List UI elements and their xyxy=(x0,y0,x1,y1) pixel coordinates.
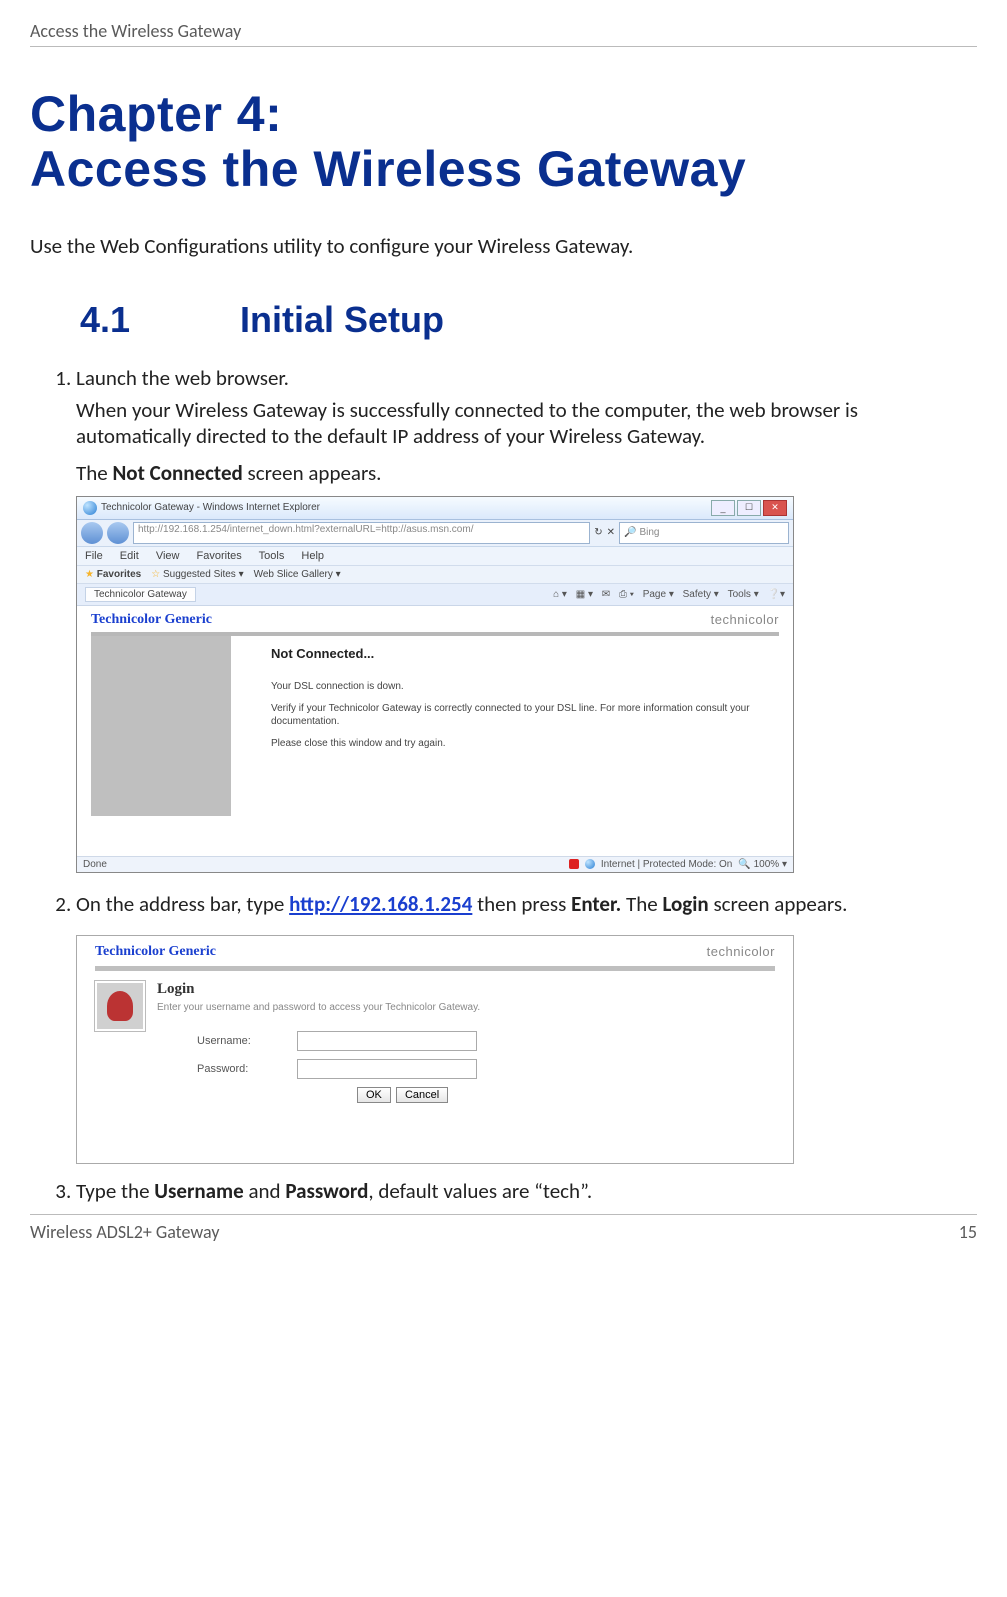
page-content: Technicolor Generic technicolor Not Conn… xyxy=(77,606,793,856)
footer-left: Wireless ADSL2+ Gateway xyxy=(30,1221,219,1243)
feeds-icon[interactable]: ▦ ▾ xyxy=(576,589,593,600)
menu-help[interactable]: Help xyxy=(301,550,324,562)
technicolor-logo: technicolor xyxy=(707,944,775,959)
maximize-button[interactable]: ☐ xyxy=(737,500,761,516)
mail-icon[interactable]: ✉ xyxy=(602,589,610,600)
username-label: Username: xyxy=(157,1035,297,1047)
command-bar: ⌂ ▾ ▦ ▾ ✉ ⎙ ▾ Page ▾ Safety ▾ Tools ▾ ❔▾ xyxy=(547,589,785,600)
star-icon: ★ xyxy=(85,569,94,580)
page-footer: Wireless ADSL2+ Gateway 15 xyxy=(30,1214,977,1259)
sidebar-placeholder xyxy=(91,636,231,816)
tab-bar: Technicolor Gateway ⌂ ▾ ▦ ▾ ✉ ⎙ ▾ Page ▾… xyxy=(77,584,793,606)
username-input[interactable] xyxy=(297,1031,477,1051)
globe-icon xyxy=(585,859,595,869)
zoom-control[interactable]: 🔍 100% ▾ xyxy=(738,859,787,870)
step-1-para2: The Not Connected screen appears. xyxy=(76,460,977,486)
step-1: Launch the web browser. When your Wirele… xyxy=(76,365,977,873)
gateway-brand: Technicolor Generic xyxy=(91,612,212,628)
password-input[interactable] xyxy=(297,1059,477,1079)
step-list: Launch the web browser. When your Wirele… xyxy=(30,365,977,1204)
browser-tab[interactable]: Technicolor Gateway xyxy=(85,587,196,602)
screenshot-not-connected: Technicolor Gateway - Windows Internet E… xyxy=(76,496,794,873)
running-header: Access the Wireless Gateway xyxy=(30,20,977,47)
login-heading: Login xyxy=(157,981,480,998)
section-heading: 4.1 Initial Setup xyxy=(80,299,977,341)
search-box[interactable]: 🔎 Bing xyxy=(619,522,789,544)
status-bar: Done Internet | Protected Mode: On 🔍 100… xyxy=(77,856,793,872)
chapter-intro: Use the Web Configurations utility to co… xyxy=(30,233,977,259)
step-1-text: Launch the web browser. xyxy=(76,365,289,391)
step-3: Type the Username and Password, default … xyxy=(76,1178,977,1204)
ie-icon xyxy=(83,501,97,515)
safety-menu[interactable]: Safety ▾ xyxy=(683,589,719,600)
page-menu[interactable]: Page ▾ xyxy=(643,589,674,600)
search-engine-label: Bing xyxy=(639,527,659,538)
window-titlebar: Technicolor Gateway - Windows Internet E… xyxy=(77,497,793,520)
menu-bar: File Edit View Favorites Tools Help xyxy=(77,547,793,566)
nav-toolbar: http://192.168.1.254/internet_down.html?… xyxy=(77,520,793,547)
step-2: On the address bar, type http://192.168.… xyxy=(76,891,977,1164)
menu-tools[interactable]: Tools xyxy=(259,550,285,562)
menu-file[interactable]: File xyxy=(85,550,103,562)
home-icon[interactable]: ⌂ ▾ xyxy=(553,589,567,600)
chapter-name: Access the Wireless Gateway xyxy=(30,141,746,197)
help-icon[interactable]: ❔▾ xyxy=(768,589,785,600)
screenshot-login: Technicolor Generic technicolor Login En… xyxy=(76,935,794,1164)
print-icon[interactable]: ⎙ ▾ xyxy=(619,589,634,600)
login-hint: Enter your username and password to acce… xyxy=(157,1002,480,1013)
divider xyxy=(95,966,775,971)
technicolor-logo: technicolor xyxy=(711,612,779,627)
gateway-url-link[interactable]: http://192.168.1.254 xyxy=(289,891,472,917)
close-button[interactable]: ✕ xyxy=(763,500,787,516)
password-label: Password: xyxy=(157,1063,297,1075)
status-left: Done xyxy=(83,859,107,870)
favorites-bar: ★ Favorites ☆ Suggested Sites ▾ Web Slic… xyxy=(77,566,793,584)
section-name: Initial Setup xyxy=(240,299,444,340)
user-avatar-icon xyxy=(95,981,145,1031)
menu-edit[interactable]: Edit xyxy=(120,550,139,562)
nc-line2: Verify if your Technicolor Gateway is co… xyxy=(271,703,769,728)
bing-icon: 🔎 xyxy=(624,527,636,538)
ok-button[interactable]: OK xyxy=(357,1087,391,1103)
shield-icon xyxy=(569,859,579,869)
menu-view[interactable]: View xyxy=(156,550,180,562)
step-1-para1: When your Wireless Gateway is successful… xyxy=(76,397,977,450)
favorites-label[interactable]: Favorites xyxy=(97,569,141,580)
protected-mode-label: Internet | Protected Mode: On xyxy=(601,859,733,870)
tools-menu[interactable]: Tools ▾ xyxy=(728,589,759,600)
suggested-sites[interactable]: Suggested Sites ▾ xyxy=(163,569,244,580)
not-connected-heading: Not Connected... xyxy=(271,646,769,661)
refresh-button[interactable]: ↻ xyxy=(594,527,602,538)
star-icon: ☆ xyxy=(151,569,160,580)
chapter-title: Chapter 4: Access the Wireless Gateway xyxy=(30,87,977,197)
web-slice-gallery[interactable]: Web Slice Gallery ▾ xyxy=(254,569,341,580)
chapter-number: Chapter 4: xyxy=(30,86,282,142)
page-number: 15 xyxy=(959,1221,977,1243)
nc-line1: Your DSL connection is down. xyxy=(271,681,769,694)
window-title: Technicolor Gateway - Windows Internet E… xyxy=(101,502,320,513)
nc-line3: Please close this window and try again. xyxy=(271,738,769,751)
minimize-button[interactable]: _ xyxy=(711,500,735,516)
cancel-button[interactable]: Cancel xyxy=(396,1087,448,1103)
menu-favorites[interactable]: Favorites xyxy=(197,550,242,562)
stop-button[interactable]: ✕ xyxy=(607,527,615,538)
back-button[interactable] xyxy=(81,522,103,544)
section-number: 4.1 xyxy=(80,299,230,341)
gateway-brand: Technicolor Generic xyxy=(95,944,216,960)
address-bar[interactable]: http://192.168.1.254/internet_down.html?… xyxy=(133,522,590,544)
forward-button[interactable] xyxy=(107,522,129,544)
